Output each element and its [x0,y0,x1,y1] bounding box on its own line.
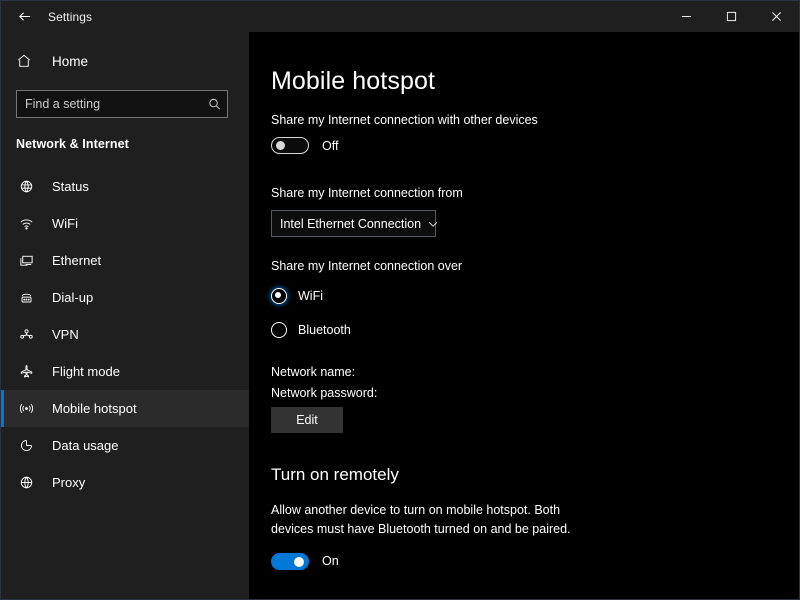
sidebar-item-label: Ethernet [52,253,101,268]
sidebar-item-status[interactable]: Status [1,168,249,205]
window-body: Home Network & Internet [1,32,799,599]
radio-bluetooth[interactable] [271,322,287,338]
sidebar: Home Network & Internet [1,32,249,599]
sidebar-item-data-usage[interactable]: Data usage [1,427,249,464]
share-over-option-bluetooth[interactable]: Bluetooth [271,317,799,343]
wifi-icon [16,216,36,231]
maximize-button[interactable] [709,1,754,32]
ethernet-icon [16,253,36,268]
sidebar-item-label: Dial-up [52,290,93,305]
network-password-row: Network password: [271,386,799,400]
page-title: Mobile hotspot [271,67,799,96]
share-connection-toggle-row: Off [271,137,799,154]
share-from-dropdown[interactable]: Intel Ethernet Connection [271,210,436,237]
minimize-icon [681,11,692,22]
search-input[interactable] [17,91,227,117]
radio-wifi[interactable] [271,288,287,304]
maximize-icon [726,11,737,22]
sidebar-item-wifi[interactable]: WiFi [1,205,249,242]
sidebar-item-label: Proxy [52,475,85,490]
dialup-icon [16,290,36,305]
settings-window: Settings [0,0,800,600]
sidebar-item-ethernet[interactable]: Ethernet [1,242,249,279]
share-from-selected-value: Intel Ethernet Connection [280,217,421,231]
sidebar-item-label: WiFi [52,216,78,231]
status-icon [16,179,36,194]
sidebar-item-mobile-hotspot[interactable]: Mobile hotspot [1,390,249,427]
spacer [271,433,799,465]
title-bar: Settings [1,1,799,32]
share-connection-label: Share my Internet connection with other … [271,113,799,127]
toggle-knob [294,557,304,567]
spacer [271,570,799,599]
sidebar-item-home[interactable]: Home [1,44,249,78]
spacer [271,237,799,259]
radio-label: Bluetooth [298,323,351,337]
sidebar-item-vpn[interactable]: VPN [1,316,249,353]
sidebar-item-flight-mode[interactable]: Flight mode [1,353,249,390]
vpn-icon [16,327,36,342]
spacer [271,154,799,186]
turn-on-remotely-state: On [322,554,339,568]
sidebar-item-label: Flight mode [52,364,120,379]
main-content: Mobile hotspot Share my Internet connect… [249,32,799,599]
sidebar-item-label: Mobile hotspot [52,401,137,416]
globe-icon [16,475,36,490]
home-icon [16,53,38,69]
close-icon [771,11,782,22]
minimize-button[interactable] [664,1,709,32]
sidebar-item-label: VPN [52,327,79,342]
share-over-option-wifi[interactable]: WiFi [271,283,799,309]
search-icon [208,98,221,111]
airplane-icon [16,364,36,379]
spacer [271,351,799,365]
share-connection-state: Off [322,139,338,153]
search-box[interactable] [16,90,228,118]
share-over-label: Share my Internet connection over [271,259,799,273]
sidebar-nav: Status WiFi [1,168,249,501]
window-controls [664,1,799,32]
share-connection-toggle[interactable] [271,137,309,154]
sidebar-home-label: Home [52,54,88,69]
close-button[interactable] [754,1,799,32]
sidebar-category-title: Network & Internet [1,118,249,151]
chevron-down-icon [427,218,439,230]
sidebar-item-label: Data usage [52,438,119,453]
radio-label: WiFi [298,289,323,303]
turn-on-remotely-heading: Turn on remotely [271,465,799,485]
toggle-knob [276,141,285,150]
sidebar-item-proxy[interactable]: Proxy [1,464,249,501]
turn-on-remotely-description: Allow another device to turn on mobile h… [271,501,601,540]
mobile-hotspot-icon [16,401,36,416]
network-name-row: Network name: [271,365,799,379]
window-title: Settings [48,10,92,24]
search-container [1,78,249,118]
sidebar-item-label: Status [52,179,89,194]
turn-on-remotely-toggle-row: On [271,553,799,570]
turn-on-remotely-toggle[interactable] [271,553,309,570]
back-button[interactable] [1,1,47,32]
edit-button[interactable]: Edit [271,407,343,433]
back-arrow-icon [17,9,32,24]
sidebar-item-dial-up[interactable]: Dial-up [1,279,249,316]
share-from-label: Share my Internet connection from [271,186,799,200]
data-usage-icon [16,438,36,453]
